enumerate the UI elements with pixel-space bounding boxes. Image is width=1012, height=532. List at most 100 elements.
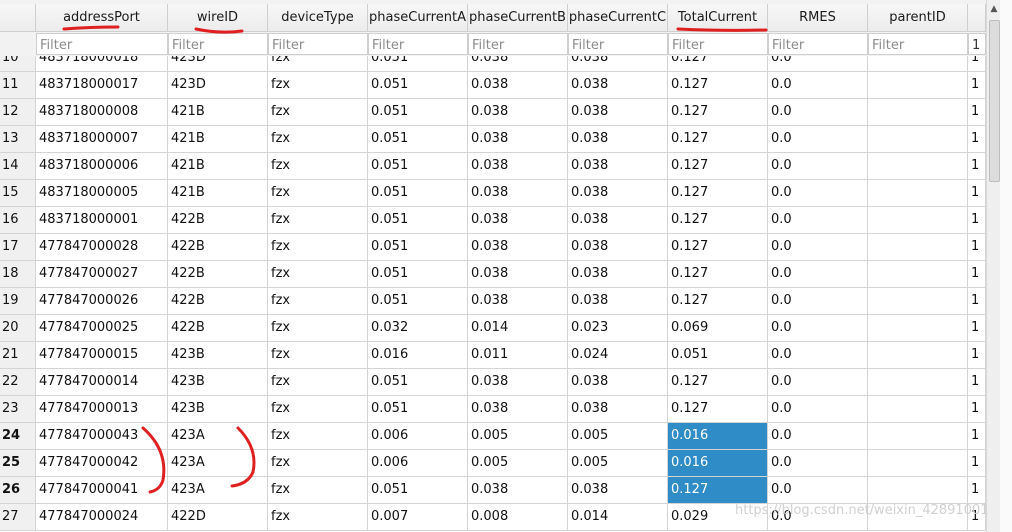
column-header-addressport[interactable]: addressPort xyxy=(36,4,168,32)
cell-phasecurrentc[interactable]: 0.038 xyxy=(568,126,668,153)
cell-wireid[interactable]: 422B xyxy=(168,288,268,315)
cell-extra[interactable]: 1 xyxy=(968,72,986,99)
cell-totalcurrent[interactable]: 0.127 xyxy=(668,99,768,126)
scroll-up-arrow-icon[interactable]: ▲ xyxy=(988,2,1000,16)
cell-phasecurrentb[interactable]: 0.038 xyxy=(468,396,568,423)
table-row[interactable]: 10 483718000018 423D fzx 0.051 0.038 0.038 0.12… xyxy=(0,56,986,72)
cell-phasecurrentb[interactable]: 0.038 xyxy=(468,288,568,315)
column-header-wireid[interactable]: wireID xyxy=(168,4,268,32)
filter-input-phasecurrenta[interactable] xyxy=(369,35,467,56)
row-number[interactable]: 24 xyxy=(0,423,36,450)
cell-totalcurrent[interactable]: 0.127 xyxy=(668,126,768,153)
cell-rmes[interactable]: 0.0 xyxy=(768,234,868,261)
cell-wireid[interactable]: 422B xyxy=(168,207,268,234)
cell-extra[interactable]: 1 xyxy=(968,126,986,153)
cell-rmes[interactable]: 0.0 xyxy=(768,72,868,99)
row-number[interactable]: 20 xyxy=(0,315,36,342)
filter-input-parentid[interactable] xyxy=(869,35,967,56)
row-number[interactable]: 15 xyxy=(0,180,36,207)
cell-extra[interactable]: 1 xyxy=(968,450,986,477)
cell-parentid[interactable] xyxy=(868,315,968,342)
row-number[interactable]: 10 xyxy=(0,56,36,72)
table-row[interactable]: 24 477847000043 423A fzx 0.006 0.005 0.005 0.01… xyxy=(0,423,986,450)
column-header-phasecurrentc[interactable]: phaseCurrentC xyxy=(568,4,668,32)
cell-totalcurrent[interactable]: 0.127 xyxy=(668,234,768,261)
cell-phasecurrentb[interactable]: 0.014 xyxy=(468,315,568,342)
cell-parentid[interactable] xyxy=(868,423,968,450)
cell-rmes[interactable]: 0.0 xyxy=(768,126,868,153)
cell-wireid[interactable]: 421B xyxy=(168,180,268,207)
cell-devicetype[interactable]: fzx xyxy=(268,56,368,72)
cell-devicetype[interactable]: fzx xyxy=(268,99,368,126)
cell-phasecurrenta[interactable]: 0.006 xyxy=(368,450,468,477)
cell-extra[interactable]: 1 xyxy=(968,99,986,126)
cell-phasecurrentb[interactable]: 0.038 xyxy=(468,56,568,72)
cell-rmes[interactable]: 0.0 xyxy=(768,423,868,450)
cell-extra[interactable]: 1 xyxy=(968,288,986,315)
cell-rmes[interactable]: 0.0 xyxy=(768,288,868,315)
cell-phasecurrenta[interactable]: 0.051 xyxy=(368,288,468,315)
cell-devicetype[interactable]: fzx xyxy=(268,315,368,342)
cell-addressport[interactable]: 477847000015 xyxy=(36,342,168,369)
cell-phasecurrentc[interactable]: 0.014 xyxy=(568,504,668,531)
cell-phasecurrentb[interactable]: 0.038 xyxy=(468,153,568,180)
cell-wireid[interactable]: 423B xyxy=(168,342,268,369)
cell-wireid[interactable]: 422B xyxy=(168,261,268,288)
cell-phasecurrentc[interactable]: 0.038 xyxy=(568,369,668,396)
cell-addressport[interactable]: 477847000043 xyxy=(36,423,168,450)
cell-extra[interactable]: 1 xyxy=(968,396,986,423)
table-row[interactable]: 19 477847000026 422B fzx 0.051 0.038 0.038 0.12… xyxy=(0,288,986,315)
cell-totalcurrent[interactable]: 0.127 xyxy=(668,396,768,423)
cell-extra[interactable]: 1 xyxy=(968,477,986,504)
cell-wireid[interactable]: 422D xyxy=(168,504,268,531)
row-number[interactable]: 21 xyxy=(0,342,36,369)
cell-addressport[interactable]: 483718000001 xyxy=(36,207,168,234)
cell-phasecurrentb[interactable]: 0.038 xyxy=(468,234,568,261)
table-row[interactable]: 21 477847000015 423B fzx 0.016 0.011 0.024 0.05… xyxy=(0,342,986,369)
cell-parentid[interactable] xyxy=(868,369,968,396)
filter-input-devicetype[interactable] xyxy=(269,35,367,56)
cell-phasecurrentc[interactable]: 0.038 xyxy=(568,261,668,288)
row-number[interactable]: 17 xyxy=(0,234,36,261)
cell-extra[interactable]: 1 xyxy=(968,261,986,288)
cell-parentid[interactable] xyxy=(868,207,968,234)
cell-addressport[interactable]: 477847000041 xyxy=(36,477,168,504)
cell-phasecurrenta[interactable]: 0.051 xyxy=(368,180,468,207)
cell-parentid[interactable] xyxy=(868,396,968,423)
cell-rmes[interactable]: 0.0 xyxy=(768,180,868,207)
cell-addressport[interactable]: 483718000018 xyxy=(36,56,168,72)
cell-phasecurrentc[interactable]: 0.038 xyxy=(568,288,668,315)
row-number[interactable]: 14 xyxy=(0,153,36,180)
column-header-parentid[interactable]: parentID xyxy=(868,4,968,32)
row-number[interactable]: 12 xyxy=(0,99,36,126)
table-row[interactable]: 15 483718000005 421B fzx 0.051 0.038 0.038 0.12… xyxy=(0,180,986,207)
cell-totalcurrent[interactable]: 0.127 xyxy=(668,288,768,315)
cell-rmes[interactable]: 0.0 xyxy=(768,207,868,234)
cell-devicetype[interactable]: fzx xyxy=(268,72,368,99)
row-number[interactable]: 22 xyxy=(0,369,36,396)
cell-parentid[interactable] xyxy=(868,234,968,261)
cell-extra[interactable]: 1 xyxy=(968,56,986,72)
table-row[interactable]: 23 477847000013 423B fzx 0.051 0.038 0.038 0.12… xyxy=(0,396,986,423)
table-row[interactable]: 11 483718000017 423D fzx 0.051 0.038 0.038 0.12… xyxy=(0,72,986,99)
table-row[interactable]: 25 477847000042 423A fzx 0.006 0.005 0.005 0.01… xyxy=(0,450,986,477)
cell-devicetype[interactable]: fzx xyxy=(268,288,368,315)
cell-devicetype[interactable]: fzx xyxy=(268,261,368,288)
cell-rmes[interactable]: 0.0 xyxy=(768,450,868,477)
row-number[interactable]: 16 xyxy=(0,207,36,234)
cell-parentid[interactable] xyxy=(868,72,968,99)
table-row[interactable]: 17 477847000028 422B fzx 0.051 0.038 0.038 0.12… xyxy=(0,234,986,261)
cell-totalcurrent[interactable]: 0.127 xyxy=(668,261,768,288)
cell-phasecurrentc[interactable]: 0.038 xyxy=(568,153,668,180)
column-header-row_no[interactable] xyxy=(0,4,36,32)
cell-totalcurrent[interactable]: 0.016 xyxy=(668,450,768,477)
table-row[interactable]: 26 477847000041 423A fzx 0.051 0.038 0.038 0.12… xyxy=(0,477,986,504)
cell-devicetype[interactable]: fzx xyxy=(268,369,368,396)
cell-wireid[interactable]: 423D xyxy=(168,72,268,99)
cell-totalcurrent[interactable]: 0.016 xyxy=(668,423,768,450)
cell-extra[interactable]: 1 xyxy=(968,207,986,234)
cell-addressport[interactable]: 477847000042 xyxy=(36,450,168,477)
table-row[interactable]: 12 483718000008 421B fzx 0.051 0.038 0.038 0.12… xyxy=(0,99,986,126)
cell-phasecurrentb[interactable]: 0.008 xyxy=(468,504,568,531)
table-row[interactable]: 16 483718000001 422B fzx 0.051 0.038 0.038 0.12… xyxy=(0,207,986,234)
